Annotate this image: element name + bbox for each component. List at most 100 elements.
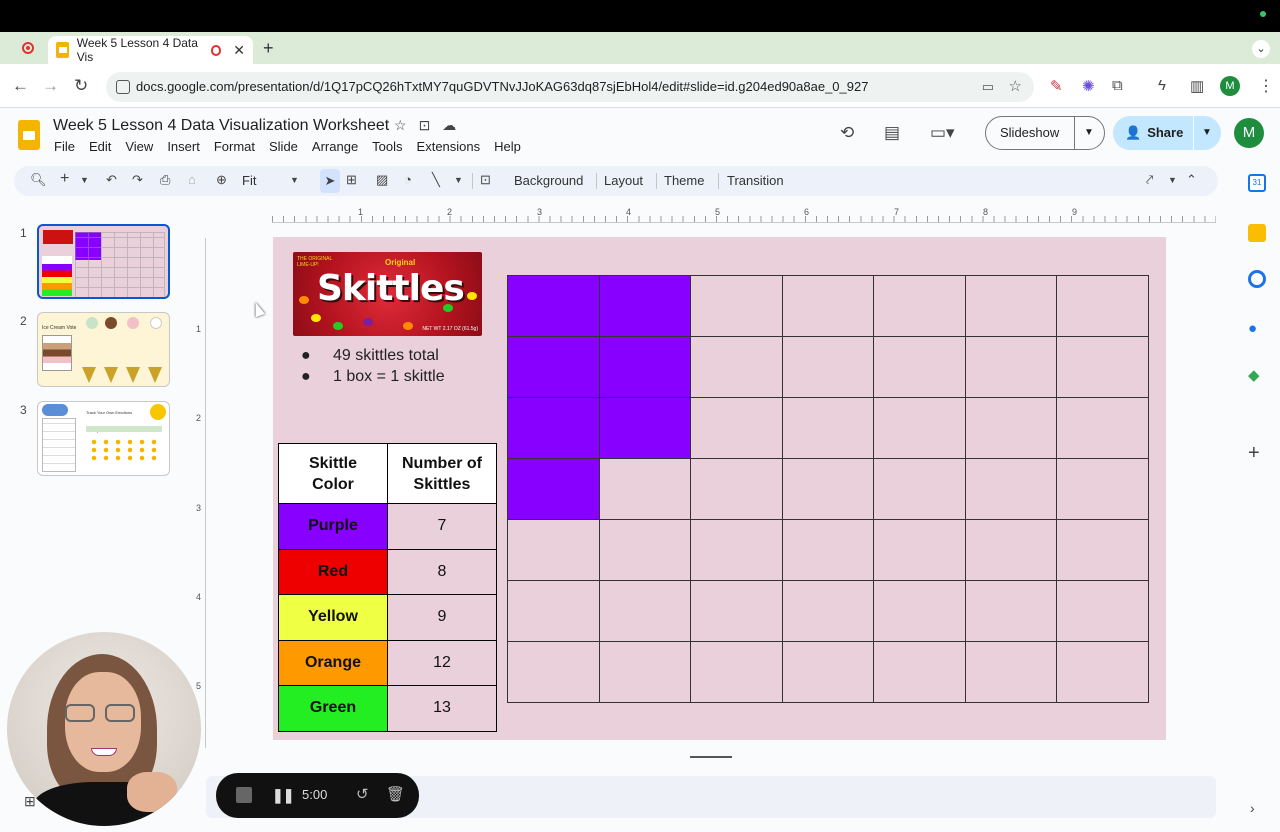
editing-mode-dropdown-icon[interactable]: ▼ (1168, 175, 1177, 185)
browser-profile-avatar[interactable]: M (1220, 76, 1240, 96)
color-cell[interactable]: Orange (278, 639, 388, 686)
grid-cell[interactable] (964, 336, 1057, 398)
grid-cell[interactable] (598, 519, 691, 581)
contacts-icon[interactable]: ● (1248, 320, 1266, 338)
print-icon[interactable]: ⎙ (160, 172, 170, 188)
grid-cell[interactable] (873, 336, 966, 398)
grid-cell[interactable] (1056, 458, 1149, 520)
maps-icon[interactable]: ◆ (1248, 366, 1266, 384)
pause-icon[interactable]: ❚❚ (272, 787, 294, 804)
skittles-package-image[interactable]: THE ORIGINAL LIME-UP! Original Skittles … (293, 252, 482, 336)
back-icon[interactable]: ← (12, 76, 29, 96)
keep-icon[interactable] (1248, 224, 1266, 242)
webcam-bubble[interactable] (7, 632, 201, 826)
grid-cell[interactable] (690, 275, 783, 337)
browser-tab[interactable]: Week 5 Lesson 4 Data Vis ✕ (48, 36, 253, 64)
star-icon[interactable]: ☆ (394, 117, 419, 133)
grid-cell-filled[interactable] (598, 275, 691, 337)
paint-format-icon[interactable]: ⌂ (188, 172, 196, 187)
new-slide-icon[interactable]: + (60, 170, 69, 188)
grid-cell[interactable] (690, 641, 783, 703)
count-cell[interactable]: 9 (387, 594, 497, 641)
zoom-select[interactable]: Fit (242, 173, 256, 188)
forward-icon[interactable]: → (42, 76, 59, 96)
slideshow-dropdown-icon[interactable]: ▼ (1084, 117, 1094, 149)
tasks-icon[interactable] (1248, 270, 1266, 288)
add-comment-icon[interactable]: ⊡ (480, 172, 491, 188)
count-cell[interactable]: 12 (387, 639, 497, 686)
grid-cell[interactable] (507, 519, 600, 581)
theme-button[interactable]: Theme (664, 173, 704, 188)
get-addons-icon[interactable]: + (1248, 442, 1266, 464)
grid-cell[interactable] (781, 580, 874, 642)
move-folder-icon[interactable]: ⊡ (419, 117, 443, 133)
count-cell[interactable]: 8 (387, 548, 497, 595)
grid-cell[interactable] (781, 397, 874, 459)
grid-cell[interactable] (598, 458, 691, 520)
grid-cell[interactable] (507, 641, 600, 703)
grid-cell[interactable] (873, 519, 966, 581)
grid-cell-filled[interactable] (507, 336, 600, 398)
grid-cell[interactable] (873, 458, 966, 520)
collapse-toolbar-icon[interactable]: ⌃ (1186, 172, 1197, 188)
menu-extensions[interactable]: Extensions (417, 139, 481, 154)
menu-edit[interactable]: Edit (89, 139, 111, 154)
menu-slide[interactable]: Slide (269, 139, 298, 154)
grid-cell[interactable] (690, 397, 783, 459)
restart-icon[interactable]: ↺ (356, 785, 369, 803)
pen-extension-icon[interactable]: ✎ (1050, 77, 1063, 95)
tab-search-icon[interactable]: ⌄ (1252, 40, 1270, 58)
share-dropdown-icon[interactable]: ▼ (1202, 116, 1212, 150)
text-box-icon[interactable]: ⊞ (346, 172, 357, 188)
background-button[interactable]: Background (514, 173, 583, 188)
grid-cell[interactable] (781, 458, 874, 520)
new-tab-icon[interactable]: + (263, 38, 274, 59)
header-skittle-color[interactable]: Skittle Color (278, 443, 388, 504)
grid-cell[interactable] (964, 519, 1057, 581)
grid-cell[interactable] (781, 519, 874, 581)
grid-cell[interactable] (964, 458, 1057, 520)
stop-recording-icon[interactable] (236, 787, 252, 803)
grid-cell[interactable] (873, 275, 966, 337)
grid-cell-filled[interactable] (507, 397, 600, 459)
close-tab-icon[interactable]: ✕ (233, 42, 245, 59)
redo-icon[interactable]: ↷ (132, 172, 143, 188)
grid-cell[interactable] (1056, 580, 1149, 642)
menu-arrange[interactable]: Arrange (312, 139, 358, 154)
line-icon[interactable]: ╲ (432, 172, 440, 188)
grid-cell[interactable] (507, 580, 600, 642)
menu-file[interactable]: File (54, 139, 75, 154)
expand-panel-icon[interactable]: › (1250, 800, 1255, 816)
menu-insert[interactable]: Insert (167, 139, 200, 154)
header-number-of-skittles[interactable]: Number of Skittles (387, 443, 497, 504)
zoom-icon[interactable]: ⊕ (216, 172, 227, 188)
camera-icon[interactable]: ▭ (982, 72, 994, 102)
grid-cell[interactable] (598, 641, 691, 703)
shape-icon[interactable]: ◔ (404, 172, 412, 187)
slide-thumbnail-1[interactable] (37, 224, 170, 299)
color-cell[interactable]: Purple (278, 503, 388, 550)
slide-thumbnail-3[interactable]: Track Your Own Emotions Daily Emotions T… (37, 401, 170, 476)
skittles-data-table[interactable]: Skittle Color Number of Skittles Purple 7 … (278, 443, 497, 732)
grid-cell[interactable] (781, 336, 874, 398)
slideshow-button[interactable]: Slideshow ▼ (985, 116, 1105, 150)
grid-cell-filled[interactable] (598, 336, 691, 398)
grid-cell[interactable] (690, 580, 783, 642)
grid-cell[interactable] (964, 641, 1057, 703)
grid-cell[interactable] (873, 641, 966, 703)
version-history-icon[interactable]: ⟲ (840, 123, 854, 143)
account-avatar[interactable]: M (1234, 118, 1264, 148)
extension-bolt-icon[interactable]: ϟ (1158, 77, 1166, 94)
grid-cell[interactable] (964, 397, 1057, 459)
side-panel-icon[interactable]: ▥ (1190, 77, 1204, 95)
grid-cell[interactable] (1056, 519, 1149, 581)
menu-tools[interactable]: Tools (372, 139, 402, 154)
layout-button[interactable]: Layout (604, 173, 643, 188)
url-field[interactable]: docs.google.com/presentation/d/1Q17pCQ26… (106, 72, 1034, 102)
line-dropdown-icon[interactable]: ▼ (454, 175, 463, 185)
color-cell[interactable]: Yellow (278, 594, 388, 641)
share-button[interactable]: 👤 Share ▼ (1113, 116, 1221, 150)
browser-menu-icon[interactable]: ⋮ (1258, 76, 1274, 96)
site-info-icon[interactable] (116, 80, 130, 94)
image-icon[interactable]: ▨ (376, 172, 388, 188)
